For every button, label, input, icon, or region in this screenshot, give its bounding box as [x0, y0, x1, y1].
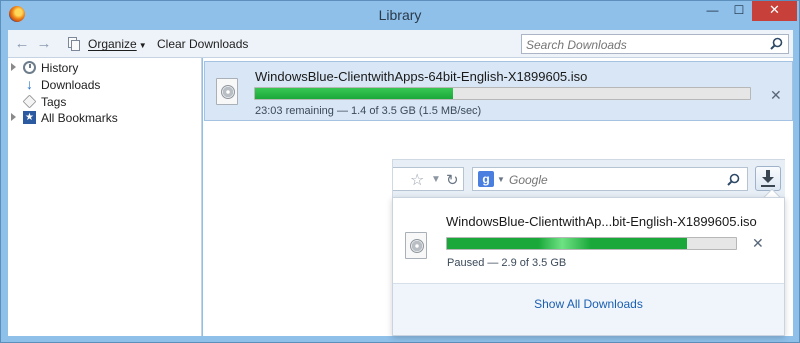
- web-search-input[interactable]: [509, 172, 719, 187]
- forward-arrow-icon[interactable]: →: [36, 36, 52, 52]
- panel-progress-bar: [446, 237, 737, 250]
- library-window: Library — ☐ ✕ ← → Organize ▼ Clear Downlo…: [0, 0, 800, 343]
- download-progress-bar: [254, 87, 751, 100]
- show-all-downloads-link[interactable]: Show All Downloads: [393, 297, 784, 311]
- sidebar-item-label: Tags: [41, 95, 67, 109]
- minimize-button[interactable]: —: [699, 1, 726, 21]
- sidebar-item-label: History: [41, 61, 79, 75]
- chevron-down-icon[interactable]: ▼: [431, 174, 441, 185]
- downloads-icon: ↓: [26, 76, 33, 92]
- iso-file-icon: [405, 232, 427, 259]
- search-icon[interactable]: [727, 173, 740, 186]
- organize-button[interactable]: Organize ▼: [88, 37, 147, 51]
- chevron-down-icon[interactable]: ▼: [497, 175, 505, 184]
- maximize-button[interactable]: ☐: [726, 1, 752, 21]
- sidebar-item-all-bookmarks[interactable]: ★ All Bookmarks: [8, 110, 202, 126]
- sidebar-item-history[interactable]: History: [8, 60, 202, 76]
- sidebar-item-downloads[interactable]: ↓ Downloads: [8, 77, 202, 93]
- panel-footer: Show All Downloads: [393, 283, 784, 335]
- download-status: 23:03 remaining — 1.4 of 3.5 GB (1.5 MB/…: [255, 105, 482, 117]
- panel-download-filename: WindowsBlue-ClientwithAp...bit-English-X…: [446, 214, 757, 229]
- url-bar[interactable]: ☆ ▼ ↻: [393, 167, 464, 191]
- search-icon[interactable]: [770, 37, 783, 50]
- expand-arrow-icon[interactable]: [11, 63, 16, 71]
- bookmark-star-icon[interactable]: ☆: [410, 170, 424, 190]
- download-arrow-icon: [761, 170, 775, 187]
- chevron-down-icon: ▼: [138, 41, 147, 50]
- window-title: Library: [378, 7, 422, 23]
- history-icon: [23, 61, 36, 74]
- download-filename: WindowsBlue-ClientwithApps-64bit-English…: [255, 69, 588, 84]
- panel-download-status: Paused — 2.9 of 3.5 GB: [447, 257, 567, 269]
- search-downloads-input[interactable]: [526, 37, 764, 52]
- sidebar-item-tags[interactable]: Tags: [8, 94, 202, 110]
- organize-label: Organize: [88, 37, 137, 51]
- web-search-box[interactable]: g ▼: [472, 167, 748, 191]
- downloads-panel: WindowsBlue-ClientwithAp...bit-English-X…: [392, 197, 785, 336]
- library-sidebar: History ↓ Downloads Tags ★ All Bookmarks: [8, 58, 202, 336]
- library-toolbar: ← → Organize ▼ Clear Downloads: [8, 30, 793, 58]
- sidebar-item-label: All Bookmarks: [41, 111, 118, 125]
- iso-file-icon: [216, 78, 238, 105]
- title-bar: Library — ☐ ✕: [1, 1, 799, 30]
- reload-icon[interactable]: ↻: [446, 171, 459, 189]
- clear-downloads-button[interactable]: Clear Downloads: [157, 37, 248, 51]
- download-row[interactable]: WindowsBlue-ClientwithApps-64bit-English…: [204, 61, 793, 121]
- back-arrow-icon[interactable]: ←: [14, 36, 30, 52]
- download-progress-fill: [255, 88, 453, 99]
- bookmarks-icon: ★: [23, 111, 36, 124]
- close-button[interactable]: ✕: [752, 1, 797, 21]
- cancel-download-icon[interactable]: ✕: [770, 87, 782, 104]
- organize-icon: [68, 37, 81, 51]
- tags-icon: [22, 94, 37, 109]
- expand-arrow-icon[interactable]: [11, 113, 16, 121]
- browser-toolbar: ☆ ▼ ↻ g ▼: [392, 159, 785, 197]
- google-icon[interactable]: g: [478, 171, 494, 187]
- cancel-download-icon[interactable]: ✕: [752, 235, 764, 252]
- sidebar-item-label: Downloads: [41, 78, 101, 92]
- panel-progress-fill: [447, 238, 687, 249]
- downloads-button[interactable]: [755, 166, 781, 191]
- search-downloads-box[interactable]: [521, 34, 789, 54]
